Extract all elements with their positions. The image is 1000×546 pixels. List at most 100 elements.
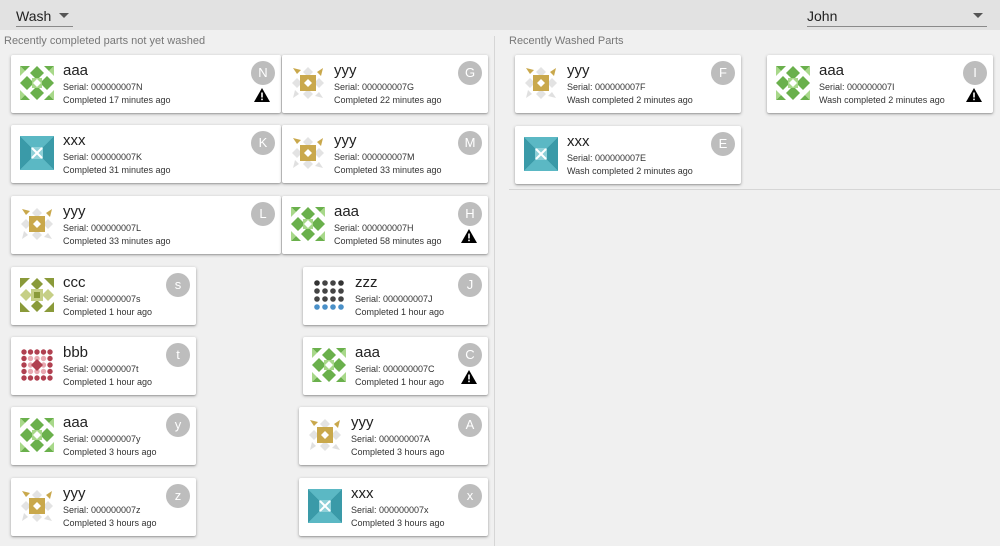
part-name: aaa [63, 62, 89, 79]
part-name: xxx [63, 132, 86, 149]
yyy-gold-quilt-icon [291, 136, 325, 170]
part-status: Wash completed 2 minutes ago [819, 95, 945, 105]
yyy-gold-quilt-icon [20, 207, 54, 241]
warning-icon [966, 88, 982, 102]
aaa-green-quilt-icon [20, 418, 54, 452]
part-card[interactable]: xxx Serial: 000000007x Completed 3 hours… [299, 478, 488, 536]
part-badge: F [711, 61, 735, 85]
part-card[interactable]: yyy Serial: 000000007z Completed 3 hours… [11, 478, 196, 536]
part-card[interactable]: yyy Serial: 000000007M Completed 33 minu… [282, 125, 488, 183]
ccc-olive-quilt-icon [20, 278, 54, 312]
part-serial: Serial: 000000007t [63, 364, 139, 374]
bbb-red-quilt-icon [20, 348, 54, 382]
top-toolbar: Wash John [0, 0, 1000, 30]
washed-panel-bottom-border [509, 189, 1000, 190]
part-badge: K [251, 131, 275, 155]
part-name: bbb [63, 344, 89, 361]
yyy-gold-quilt-icon [308, 418, 342, 452]
part-badge: A [458, 413, 482, 437]
part-status: Completed 17 minutes ago [63, 95, 171, 105]
part-card[interactable]: bbb Serial: 000000007t Completed 1 hour … [11, 337, 196, 395]
part-name: aaa [334, 203, 360, 220]
part-card[interactable]: yyy Serial: 000000007L Completed 33 minu… [11, 196, 281, 254]
part-card[interactable]: aaa Serial: 000000007C Completed 1 hour … [303, 337, 488, 395]
part-card[interactable]: aaa Serial: 000000007I Wash completed 2 … [767, 55, 993, 113]
yyy-gold-quilt-icon [291, 66, 325, 100]
xxx-teal-quilt-icon [524, 137, 558, 171]
part-serial: Serial: 000000007C [355, 364, 435, 374]
part-serial: Serial: 000000007K [63, 152, 143, 162]
part-card[interactable]: aaa Serial: 000000007N Completed 17 minu… [11, 55, 281, 113]
part-badge: M [458, 131, 482, 155]
part-status: Completed 3 hours ago [351, 447, 445, 457]
part-serial: Serial: 000000007H [334, 223, 414, 233]
part-status: Completed 1 hour ago [63, 307, 153, 317]
part-serial: Serial: 000000007L [63, 223, 142, 233]
part-serial: Serial: 000000007s [63, 294, 141, 304]
part-badge: C [458, 343, 482, 367]
part-status: Completed 33 minutes ago [334, 165, 442, 175]
part-serial: Serial: 000000007N [63, 82, 143, 92]
xxx-teal-quilt-icon [20, 136, 54, 170]
part-badge: s [166, 273, 190, 297]
part-serial: Serial: 000000007y [63, 434, 141, 444]
washed-section-title: Recently Washed Parts [509, 35, 624, 47]
part-card[interactable]: xxx Serial: 000000007K Completed 31 minu… [11, 125, 281, 183]
part-name: yyy [63, 203, 86, 220]
unwashed-section-title: Recently completed parts not yet washed [4, 35, 206, 47]
part-card[interactable]: yyy Serial: 000000007G Completed 22 minu… [282, 55, 488, 113]
part-status: Completed 31 minutes ago [63, 165, 171, 175]
chevron-down-icon [59, 13, 69, 18]
part-card[interactable]: aaa Serial: 000000007y Completed 3 hours… [11, 407, 196, 465]
part-status: Completed 3 hours ago [351, 518, 445, 528]
chevron-down-icon [973, 13, 983, 18]
warning-icon [461, 229, 477, 243]
part-card[interactable]: yyy Serial: 000000007F Wash completed 2 … [515, 55, 741, 113]
part-status: Completed 1 hour ago [355, 307, 445, 317]
part-card[interactable]: yyy Serial: 000000007A Completed 3 hours… [299, 407, 488, 465]
part-status: Completed 1 hour ago [355, 377, 445, 387]
part-card[interactable]: zzz Serial: 000000007J Completed 1 hour … [303, 267, 488, 325]
part-status: Completed 58 minutes ago [334, 236, 442, 246]
aaa-green-quilt-icon [291, 207, 325, 241]
part-serial: Serial: 000000007I [819, 82, 895, 92]
part-status: Completed 1 hour ago [63, 377, 153, 387]
part-serial: Serial: 000000007z [63, 505, 141, 515]
part-name: xxx [351, 485, 374, 502]
part-name: yyy [63, 485, 86, 502]
part-badge: L [251, 202, 275, 226]
part-serial: Serial: 000000007E [567, 153, 647, 163]
part-badge: x [458, 484, 482, 508]
part-name: ccc [63, 274, 86, 291]
aaa-green-quilt-icon [776, 66, 810, 100]
part-status: Completed 3 hours ago [63, 447, 157, 457]
part-badge: E [711, 132, 735, 156]
part-name: aaa [819, 62, 845, 79]
part-card[interactable]: aaa Serial: 000000007H Completed 58 minu… [282, 196, 488, 254]
part-serial: Serial: 000000007G [334, 82, 415, 92]
part-status: Wash completed 2 minutes ago [567, 95, 693, 105]
part-name: aaa [355, 344, 381, 361]
part-name: aaa [63, 414, 89, 431]
part-badge: N [251, 61, 275, 85]
part-badge: y [166, 413, 190, 437]
part-name: yyy [334, 62, 357, 79]
yyy-gold-quilt-icon [524, 66, 558, 100]
part-serial: Serial: 000000007A [351, 434, 431, 444]
part-status: Wash completed 2 minutes ago [567, 166, 693, 176]
part-name: yyy [567, 62, 590, 79]
station-select[interactable]: Wash [16, 3, 73, 27]
part-serial: Serial: 000000007J [355, 294, 433, 304]
part-badge: J [458, 273, 482, 297]
part-name: yyy [351, 414, 374, 431]
part-badge: G [458, 61, 482, 85]
part-name: yyy [334, 132, 357, 149]
zzz-dots-quilt-icon [312, 278, 346, 312]
part-badge: H [458, 202, 482, 226]
aaa-green-quilt-icon [312, 348, 346, 382]
warning-icon [254, 88, 270, 102]
warning-icon [461, 370, 477, 384]
part-card[interactable]: ccc Serial: 000000007s Completed 1 hour … [11, 267, 196, 325]
part-card[interactable]: xxx Serial: 000000007E Wash completed 2 … [515, 126, 741, 184]
operator-select[interactable]: John [807, 3, 987, 27]
